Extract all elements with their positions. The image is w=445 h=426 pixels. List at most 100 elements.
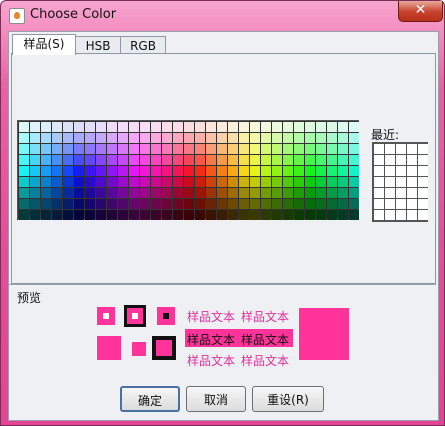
recent-swatch[interactable] bbox=[418, 144, 428, 154]
palette-swatch[interactable] bbox=[294, 144, 304, 154]
palette-swatch[interactable] bbox=[107, 144, 117, 154]
palette-swatch[interactable] bbox=[52, 199, 62, 209]
palette-swatch[interactable] bbox=[228, 166, 238, 176]
palette-swatch[interactable] bbox=[118, 133, 128, 143]
recent-swatch[interactable] bbox=[396, 210, 406, 220]
palette-swatch[interactable] bbox=[173, 144, 183, 154]
palette-swatch[interactable] bbox=[63, 199, 73, 209]
palette-swatch[interactable] bbox=[96, 199, 106, 209]
recent-swatch[interactable] bbox=[418, 199, 428, 209]
palette-swatch[interactable] bbox=[261, 144, 271, 154]
recent-swatch[interactable] bbox=[374, 210, 384, 220]
palette-swatch[interactable] bbox=[294, 210, 304, 220]
palette-swatch[interactable] bbox=[162, 199, 172, 209]
palette-swatch[interactable] bbox=[305, 155, 315, 165]
palette-swatch[interactable] bbox=[338, 199, 348, 209]
palette-swatch[interactable] bbox=[206, 166, 216, 176]
palette-swatch[interactable] bbox=[52, 155, 62, 165]
palette-swatch[interactable] bbox=[283, 210, 293, 220]
palette-swatch[interactable] bbox=[283, 188, 293, 198]
recent-swatch[interactable] bbox=[374, 144, 384, 154]
palette-swatch[interactable] bbox=[129, 155, 139, 165]
palette-swatch[interactable] bbox=[19, 177, 29, 187]
palette-swatch[interactable] bbox=[107, 188, 117, 198]
palette-swatch[interactable] bbox=[118, 166, 128, 176]
recent-swatch[interactable] bbox=[407, 210, 417, 220]
palette-swatch[interactable] bbox=[129, 133, 139, 143]
palette-swatch[interactable] bbox=[272, 188, 282, 198]
palette-swatch[interactable] bbox=[272, 144, 282, 154]
palette-swatch[interactable] bbox=[250, 188, 260, 198]
palette-swatch[interactable] bbox=[30, 210, 40, 220]
palette-swatch[interactable] bbox=[52, 144, 62, 154]
palette-swatch[interactable] bbox=[41, 177, 51, 187]
palette-swatch[interactable] bbox=[349, 144, 359, 154]
palette-swatch[interactable] bbox=[239, 122, 249, 132]
recent-swatch[interactable] bbox=[374, 199, 384, 209]
recent-swatch[interactable] bbox=[385, 199, 395, 209]
palette-swatch[interactable] bbox=[41, 199, 51, 209]
palette-swatch[interactable] bbox=[206, 177, 216, 187]
palette-swatch[interactable] bbox=[63, 166, 73, 176]
recent-swatch[interactable] bbox=[396, 188, 406, 198]
palette-swatch[interactable] bbox=[173, 188, 183, 198]
palette-swatch[interactable] bbox=[173, 133, 183, 143]
palette-swatch[interactable] bbox=[173, 177, 183, 187]
palette-swatch[interactable] bbox=[206, 144, 216, 154]
palette-swatch[interactable] bbox=[338, 122, 348, 132]
palette-swatch[interactable] bbox=[327, 177, 337, 187]
palette-swatch[interactable] bbox=[74, 144, 84, 154]
palette-swatch[interactable] bbox=[19, 188, 29, 198]
palette-swatch[interactable] bbox=[338, 155, 348, 165]
palette-swatch[interactable] bbox=[151, 199, 161, 209]
recent-swatch[interactable] bbox=[396, 199, 406, 209]
palette-swatch[interactable] bbox=[151, 144, 161, 154]
palette-swatch[interactable] bbox=[294, 133, 304, 143]
palette-swatch[interactable] bbox=[85, 177, 95, 187]
palette-swatch[interactable] bbox=[129, 210, 139, 220]
palette-swatch[interactable] bbox=[283, 122, 293, 132]
palette-swatch[interactable] bbox=[96, 144, 106, 154]
palette-swatch[interactable] bbox=[228, 199, 238, 209]
palette-swatch[interactable] bbox=[63, 177, 73, 187]
palette-swatch[interactable] bbox=[118, 188, 128, 198]
palette-swatch[interactable] bbox=[283, 133, 293, 143]
recent-swatch[interactable] bbox=[418, 155, 428, 165]
palette-swatch[interactable] bbox=[85, 144, 95, 154]
palette-swatch[interactable] bbox=[239, 177, 249, 187]
recent-swatch[interactable] bbox=[385, 210, 395, 220]
palette-swatch[interactable] bbox=[272, 155, 282, 165]
cancel-button[interactable]: 取消 bbox=[186, 386, 246, 412]
palette-swatch[interactable] bbox=[118, 210, 128, 220]
palette-swatch[interactable] bbox=[349, 210, 359, 220]
palette-swatch[interactable] bbox=[327, 155, 337, 165]
palette-swatch[interactable] bbox=[30, 188, 40, 198]
palette-swatch[interactable] bbox=[140, 155, 150, 165]
palette-swatch[interactable] bbox=[30, 199, 40, 209]
palette-swatch[interactable] bbox=[294, 199, 304, 209]
palette-swatch[interactable] bbox=[140, 122, 150, 132]
palette-swatch[interactable] bbox=[195, 210, 205, 220]
palette-swatch[interactable] bbox=[184, 188, 194, 198]
palette-swatch[interactable] bbox=[316, 177, 326, 187]
palette-swatch[interactable] bbox=[294, 166, 304, 176]
palette-swatch[interactable] bbox=[30, 177, 40, 187]
palette-swatch[interactable] bbox=[107, 155, 117, 165]
palette-swatch[interactable] bbox=[338, 166, 348, 176]
palette-swatch[interactable] bbox=[19, 122, 29, 132]
palette-swatch[interactable] bbox=[107, 177, 117, 187]
palette-swatch[interactable] bbox=[96, 133, 106, 143]
palette-swatch[interactable] bbox=[41, 166, 51, 176]
palette-swatch[interactable] bbox=[283, 144, 293, 154]
palette-swatch[interactable] bbox=[349, 155, 359, 165]
palette-swatch[interactable] bbox=[129, 199, 139, 209]
recent-swatch[interactable] bbox=[385, 177, 395, 187]
palette-swatch[interactable] bbox=[151, 133, 161, 143]
palette-swatch[interactable] bbox=[217, 144, 227, 154]
palette-swatch[interactable] bbox=[184, 122, 194, 132]
palette-swatch[interactable] bbox=[85, 122, 95, 132]
palette-swatch[interactable] bbox=[85, 155, 95, 165]
palette-swatch[interactable] bbox=[349, 166, 359, 176]
palette-swatch[interactable] bbox=[272, 166, 282, 176]
palette-swatch[interactable] bbox=[228, 133, 238, 143]
